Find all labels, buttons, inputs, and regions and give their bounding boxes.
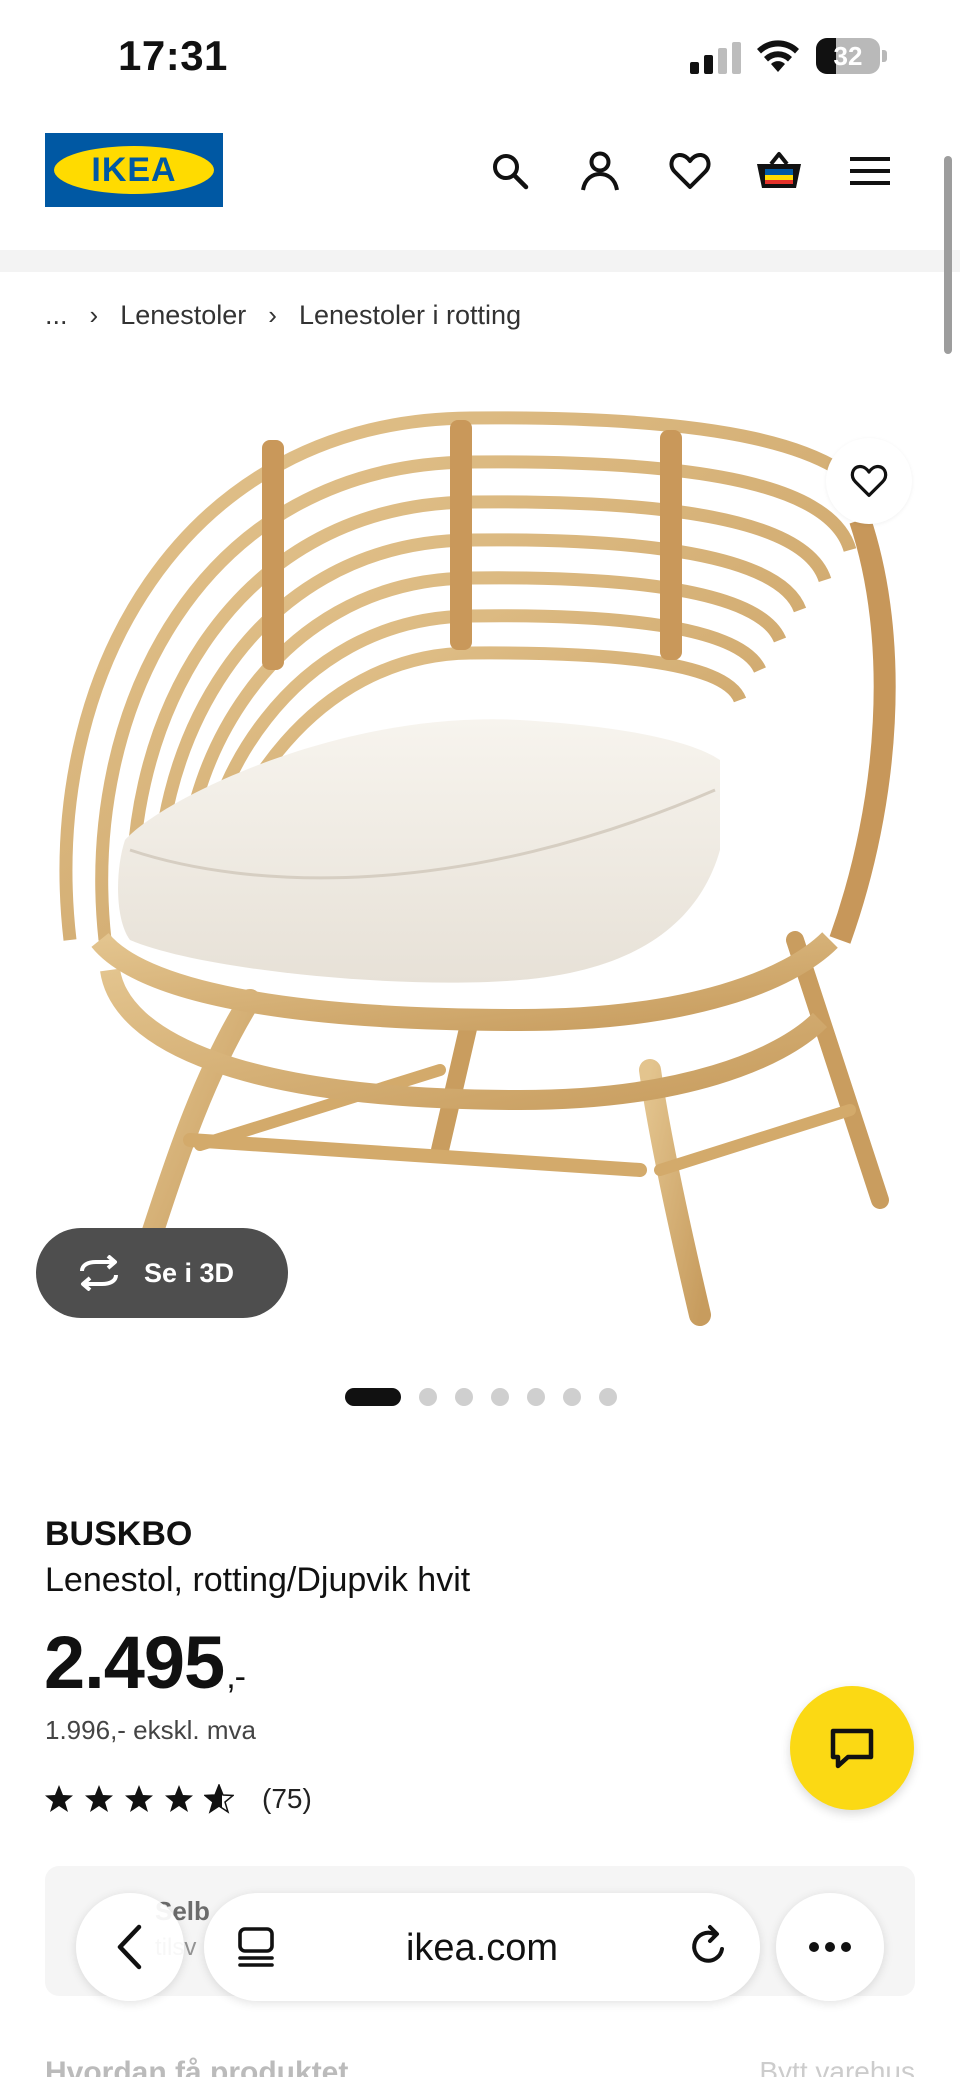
change-store-link[interactable]: Bytt varehus — [759, 2056, 915, 2077]
product-name: BUSKBO — [45, 1515, 193, 1553]
pager-dot[interactable] — [563, 1388, 581, 1406]
price-value: 2.495 — [44, 1621, 225, 1704]
heart-icon — [850, 464, 888, 498]
ikea-logo[interactable]: IKEA — [45, 133, 223, 207]
price-suffix: ,- — [226, 1658, 246, 1696]
search-icon[interactable] — [485, 146, 535, 196]
star-icon — [85, 1785, 113, 1812]
product-price: 2.495,- — [44, 1620, 246, 1705]
site-header: IKEA — [0, 110, 960, 250]
star-icon — [125, 1785, 153, 1812]
chevron-right-icon: › — [89, 300, 99, 330]
browser-more-button[interactable] — [776, 1893, 884, 2001]
rating-count: (75) — [262, 1783, 312, 1814]
rotate-3d-icon — [80, 1255, 118, 1291]
wishlist-heart-icon[interactable] — [665, 146, 715, 196]
star-icon — [45, 1785, 73, 1812]
breadcrumb-lenestoler-rotting[interactable]: Lenestoler i rotting — [299, 300, 521, 331]
status-bar: 17:31 32 — [0, 0, 960, 110]
view-3d-label: Se i 3D — [144, 1257, 235, 1288]
chat-icon — [830, 1728, 874, 1769]
account-icon[interactable] — [575, 146, 625, 196]
chevron-left-icon — [117, 1924, 142, 1970]
star-half-icon — [204, 1784, 234, 1814]
pager-dot[interactable] — [455, 1388, 473, 1406]
wifi-icon — [757, 40, 799, 72]
header-divider — [0, 250, 960, 272]
product-image[interactable] — [0, 380, 960, 1360]
add-to-favourites-button[interactable] — [826, 438, 912, 524]
product-rating[interactable]: (75) — [44, 1783, 312, 1815]
breadcrumb-ellipsis[interactable]: ... — [45, 300, 68, 331]
breadcrumb-lenestoler[interactable]: Lenestoler — [120, 300, 246, 331]
chevron-right-icon: › — [268, 300, 277, 330]
pager-dot[interactable] — [419, 1388, 437, 1406]
breadcrumb: ... › Lenestoler › Lenestoler i rotting — [45, 300, 521, 331]
view-3d-button[interactable]: Se i 3D — [36, 1228, 288, 1318]
chat-button[interactable] — [790, 1686, 914, 1810]
scrollbar[interactable] — [944, 156, 952, 354]
menu-icon[interactable] — [845, 146, 895, 196]
pager-dot[interactable] — [491, 1388, 509, 1406]
pager-dot-active[interactable] — [345, 1388, 401, 1406]
battery-level: 32 — [833, 41, 863, 71]
logo-text: IKEA — [91, 150, 177, 189]
pager-dot[interactable] — [527, 1388, 545, 1406]
image-pager — [345, 1388, 635, 1406]
price-ex-vat: 1.996,- ekskl. mva — [45, 1715, 256, 1745]
status-time: 17:31 — [118, 32, 228, 79]
battery-icon: 32 — [816, 38, 888, 74]
browser-back-button[interactable] — [76, 1893, 184, 2001]
reload-icon[interactable] — [686, 1923, 732, 1969]
product-description: Lenestol, rotting/Djupvik hvit — [45, 1561, 471, 1599]
address-bar[interactable]: ikea.com — [204, 1893, 760, 2001]
cart-icon[interactable] — [754, 146, 804, 196]
section-heading-delivery: Hvordan få produktet — [45, 2056, 349, 2077]
more-dots-icon — [809, 1942, 851, 1952]
star-icon — [165, 1785, 193, 1812]
signal-icon — [690, 42, 741, 74]
url-text: ikea.com — [405, 1927, 559, 1969]
pager-dot[interactable] — [599, 1388, 617, 1406]
